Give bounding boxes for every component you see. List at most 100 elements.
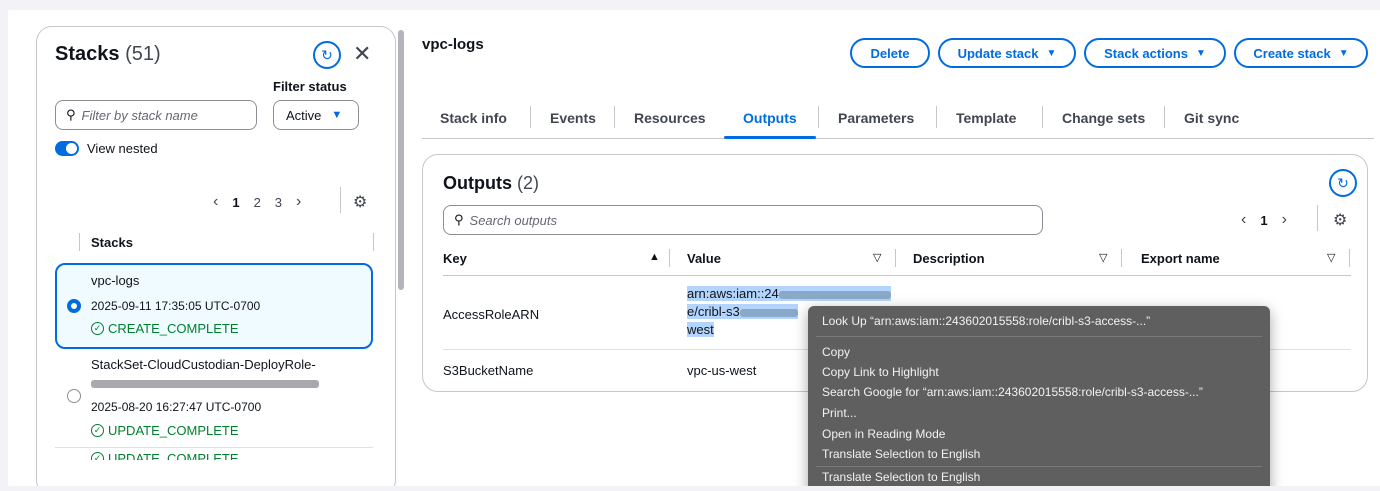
stack-name[interactable]: StackSet-CloudCustodian-DeployRole- [91,357,316,372]
divider [1121,249,1122,267]
stacks-title: Stacks (51) [55,43,161,65]
stack-actions-button[interactable]: Stack actions ▼ [1084,38,1226,68]
tabs-baseline [422,138,1374,139]
chevron-right-icon[interactable]: › [1282,211,1287,229]
gear-icon[interactable]: ⚙ [353,192,367,212]
tab-outputs[interactable]: Outputs [743,110,797,126]
divider [818,106,819,128]
output-key: S3BucketName [443,363,534,378]
page-1[interactable]: 1 [1260,213,1267,228]
output-key: AccessRoleARN [443,307,540,322]
sort-icon[interactable]: ▽ [1099,251,1107,264]
caret-down-icon: ▼ [1046,47,1057,59]
menu-item-translate[interactable]: Translate Selection to English [822,470,980,484]
page-title: vpc-logs [422,36,484,53]
caret-down-icon: ▼ [1338,47,1349,59]
status-badge: ✓ UPDATE_COMPLETE [91,423,239,438]
page-3[interactable]: 3 [275,195,282,210]
caret-down-icon: ▼ [1195,47,1206,59]
tab-resources[interactable]: Resources [634,110,706,126]
menu-item-print[interactable]: Print... [822,406,857,420]
refresh-button[interactable]: ↻ [313,41,341,69]
sort-icon[interactable]: ▽ [873,251,881,264]
refresh-icon: ↻ [1337,174,1349,191]
divider [614,106,615,128]
tab-parameters[interactable]: Parameters [838,110,914,126]
menu-item-lookup[interactable]: Look Up “arn:aws:iam::243602015558:role/… [822,314,1150,328]
stacks-column-header: Stacks [91,235,133,250]
status-badge: ✓ CREATE_COMPLETE [91,321,239,336]
divider [530,106,531,128]
search-icon: ⚲ [66,107,76,122]
page-2[interactable]: 2 [254,195,261,210]
view-nested-toggle[interactable] [55,141,79,156]
divider [340,187,341,213]
chevron-left-icon[interactable]: ‹ [213,193,218,211]
stack-radio-selected[interactable] [67,299,81,313]
divider [373,233,374,251]
divider [895,249,896,267]
tab-change-sets[interactable]: Change sets [1062,110,1145,126]
divider [79,233,80,251]
divider [55,447,373,448]
view-nested-label: View nested [87,141,158,156]
menu-item-reading-mode[interactable]: Open in Reading Mode [822,427,945,441]
page-1[interactable]: 1 [232,195,239,210]
check-circle-icon: ✓ [91,452,104,460]
refresh-icon: ↻ [321,46,333,63]
chevron-left-icon[interactable]: ‹ [1241,211,1246,229]
filter-status-label: Filter status [273,79,347,94]
check-circle-icon: ✓ [91,424,104,437]
menu-separator [816,336,1262,337]
outputs-pagination: ‹ 1 › [1241,211,1287,229]
menu-item-copy[interactable]: Copy [822,345,850,359]
stacks-panel: Stacks (51) ↻ ✕ Filter status ⚲ Filter b… [36,26,396,486]
console-frame: Stacks (51) ↻ ✕ Filter status ⚲ Filter b… [8,10,1380,486]
caret-down-icon: ▼ [331,109,343,121]
update-stack-button[interactable]: Update stack ▼ [938,38,1076,68]
menu-item-search-google[interactable]: Search Google for “arn:aws:iam::24360201… [822,385,1203,399]
stack-search-input[interactable]: ⚲ Filter by stack name [55,100,257,130]
blurred-text [91,376,319,390]
stack-timestamp: 2025-09-11 17:35:05 UTC-0700 [91,299,261,313]
divider [1164,106,1165,128]
divider [1349,249,1350,267]
outputs-title: Outputs (2) [443,173,540,193]
menu-item-copy-link[interactable]: Copy Link to Highlight [822,365,939,379]
divider [669,249,670,267]
status-select[interactable]: Active ▼ [273,100,359,130]
tab-git-sync[interactable]: Git sync [1184,110,1239,126]
tab-stack-info[interactable]: Stack info [440,110,507,126]
search-icon: ⚲ [454,212,464,227]
tab-events[interactable]: Events [550,110,596,126]
tab-template[interactable]: Template [956,110,1016,126]
stack-radio[interactable] [67,389,81,403]
close-icon[interactable]: ✕ [353,41,371,67]
divider [1042,106,1043,128]
col-value[interactable]: Value [687,251,721,266]
sort-icon[interactable]: ▽ [1327,251,1335,264]
divider [936,106,937,128]
col-key[interactable]: Key [443,251,467,266]
stack-timestamp: 2025-08-20 16:27:47 UTC-0700 [91,400,262,414]
panel-resize-handle[interactable] [398,30,404,290]
output-value: vpc-us-west [687,363,757,378]
stack-name[interactable]: vpc-logs [91,273,139,288]
sort-ascending-icon[interactable]: ▲ [649,251,660,263]
col-description[interactable]: Description [913,251,985,266]
col-export-name[interactable]: Export name [1141,251,1220,266]
status-badge: ✓ UPDATE_COMPLETE [91,451,239,460]
divider [1317,205,1318,231]
menu-item-translate[interactable]: Translate Selection to English [822,447,980,461]
chevron-right-icon[interactable]: › [296,193,301,211]
create-stack-button[interactable]: Create stack ▼ [1234,38,1368,68]
outputs-search-input[interactable]: ⚲ Search outputs [443,205,1043,235]
header-divider [443,275,1351,276]
stacks-pagination: ‹ 1 2 3 › [213,193,301,211]
context-menu: Look Up “arn:aws:iam::243602015558:role/… [808,306,1270,486]
gear-icon[interactable]: ⚙ [1333,210,1347,230]
outputs-refresh-button[interactable]: ↻ [1329,169,1357,197]
active-tab-indicator [724,136,816,139]
check-circle-icon: ✓ [91,322,104,335]
delete-button[interactable]: Delete [850,38,930,68]
